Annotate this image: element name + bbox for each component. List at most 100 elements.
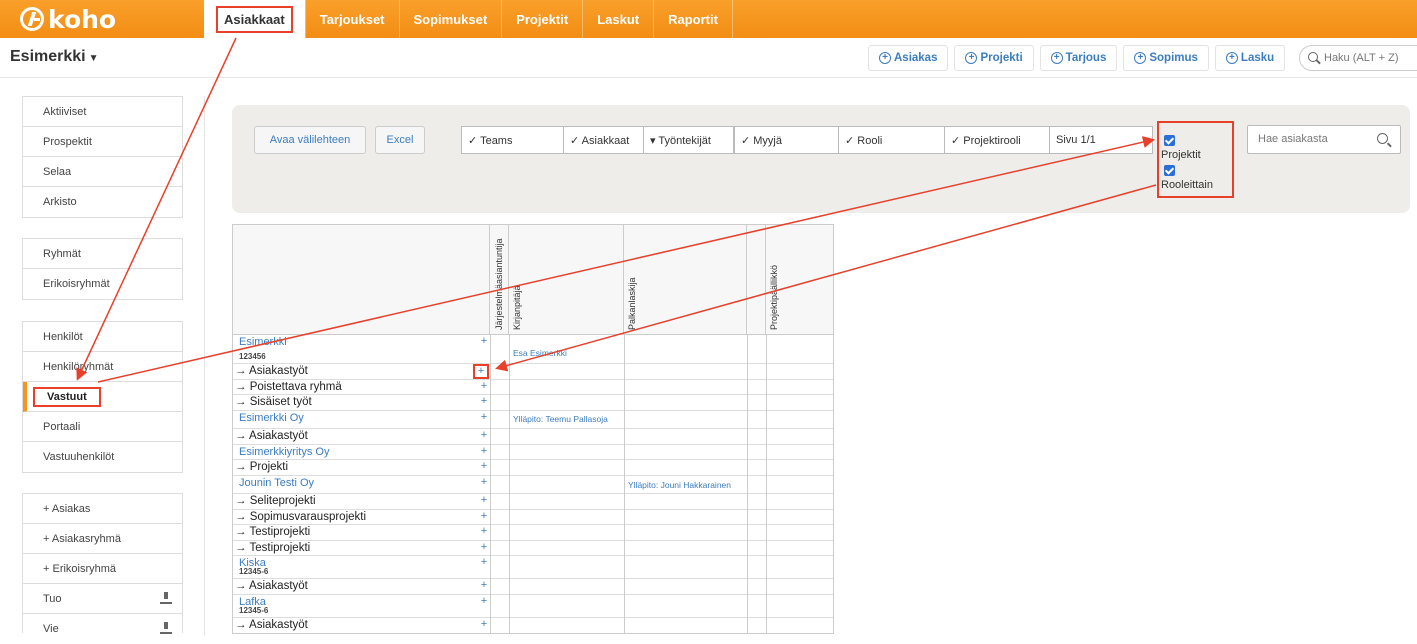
row-customer-link[interactable]: Esimerkkiyritys Oy <box>239 446 329 458</box>
quick-add-buttons: + Asiakas + Projekti + Tarjous + Sopimus + La… <box>868 45 1291 71</box>
customers-filter[interactable]: ✓ Asiakkaat <box>563 126 644 154</box>
add-responsibility-button[interactable]: + <box>479 595 489 607</box>
row-customer-link[interactable]: Jounin Testi Oy <box>239 477 314 489</box>
sidebar-item-henkiloryhmat[interactable]: Henkilöryhmät <box>23 352 182 382</box>
add-asiakas-button[interactable]: + Asiakas <box>868 45 949 71</box>
seller-filter[interactable]: ✓ Myyjä <box>734 126 839 154</box>
add-responsibility-button[interactable]: + <box>479 494 489 506</box>
role-filter[interactable]: ✓ Rooli <box>838 126 945 154</box>
table-row: Esimerkki Oy + Ylläpito: Teemu Pallasoja <box>233 411 833 429</box>
cell-palkanlaskija[interactable]: Ylläpito: Jouni Hakkarainen <box>628 480 731 490</box>
sidebar-group-groups: Ryhmät Erikoisryhmät <box>22 238 183 300</box>
sidebar-item-prospektit[interactable]: Prospektit <box>23 127 182 157</box>
sidebar-item-ryhmat[interactable]: Ryhmät <box>23 239 182 269</box>
page-selector[interactable]: Sivu 1/1 <box>1049 126 1153 154</box>
table-row: → Sopimusvarausprojekti + <box>233 510 833 525</box>
add-sopimus-button[interactable]: + Sopimus <box>1123 45 1209 71</box>
add-responsibility-button[interactable]: + <box>479 411 489 423</box>
sidebar-group-lists: Aktiiviset Prospektit Selaa Arkisto <box>22 96 183 218</box>
sidebar-item-vie[interactable]: Vie <box>23 614 182 644</box>
add-asiakas-label: Asiakas <box>894 52 938 64</box>
column-header-palkanlaskija: Palkanlaskija <box>624 225 747 335</box>
sidebar-item-aktiiviset[interactable]: Aktiiviset <box>23 97 182 127</box>
by-role-checkbox[interactable] <box>1164 165 1175 176</box>
sidebar-item-add-asiakasryhma[interactable]: + Asiakasryhmä <box>23 524 182 554</box>
add-responsibility-button[interactable]: + <box>473 364 489 379</box>
table-row: → Seliteprojekti + <box>233 494 833 510</box>
add-responsibility-button[interactable]: + <box>479 525 489 537</box>
column-label: Järjestelmäasiantuntija <box>494 238 504 330</box>
sidebar-item-add-asiakas[interactable]: + Asiakas <box>23 494 182 524</box>
add-tarjous-button[interactable]: + Tarjous <box>1039 45 1118 71</box>
column-header-projektipaallikko: Projektipäällikkö <box>766 225 833 335</box>
sidebar-item-portaali[interactable]: Portaali <box>23 412 182 442</box>
add-responsibility-button[interactable]: + <box>479 541 489 553</box>
add-responsibility-button[interactable]: + <box>479 460 489 472</box>
open-in-tab-button[interactable]: Avaa välilehteen <box>254 126 366 154</box>
projects-checkbox[interactable] <box>1164 135 1175 146</box>
add-lasku-label: Lasku <box>1240 52 1275 64</box>
sidebar-item-vastuut[interactable]: Vastuut <box>23 382 182 412</box>
table-row: Esimerkkiyritys Oy + <box>233 445 833 460</box>
search-input[interactable]: Haku (ALT + Z) <box>1299 45 1417 71</box>
sidebar-item-erikoisryhmat[interactable]: Erikoisryhmät <box>23 269 182 299</box>
add-responsibility-button[interactable]: + <box>479 380 489 392</box>
add-responsibility-button[interactable]: + <box>479 335 489 347</box>
sidebar-item-vastuut-label: Vastuut <box>33 386 101 407</box>
column-header-empty <box>747 225 766 335</box>
table-row: Esimerkki 123456 + Esa Esimerkki <box>233 335 833 364</box>
add-responsibility-button[interactable]: + <box>479 476 489 488</box>
grid-header-blank <box>233 225 490 335</box>
add-lasku-button[interactable]: + Lasku <box>1214 45 1286 71</box>
row-subitem-name: → Sopimusvarausprojekti <box>235 511 367 523</box>
organization-selector[interactable]: Esimerkki ▼ <box>10 48 99 66</box>
row-subitem-name: → Seliteprojekti <box>235 495 316 507</box>
sidebar-item-henkilot[interactable]: Henkilöt <box>23 322 182 352</box>
sidebar-item-add-erikoisryhma[interactable]: + Erikoisryhmä <box>23 554 182 584</box>
column-divider <box>624 335 625 633</box>
nav-asiakkaat-label: Asiakkaat <box>216 5 293 33</box>
teams-filter[interactable]: ✓ Teams <box>461 126 564 154</box>
sidebar-item-arkisto[interactable]: Arkisto <box>23 187 182 217</box>
add-responsibility-button[interactable]: + <box>479 618 489 630</box>
chevron-down-icon: ▼ <box>88 53 99 64</box>
checkbox-options: Projektit Rooleittain <box>1157 121 1234 198</box>
add-responsibility-button[interactable]: + <box>479 510 489 522</box>
row-subitem-name: → Asiakastyöt <box>235 580 308 592</box>
nav-raportit[interactable]: Raportit <box>653 0 733 38</box>
add-responsibility-button[interactable]: + <box>479 395 489 407</box>
sub-bar: Esimerkki ▼ + Asiakas + Projekti + Tarjous +… <box>0 38 1417 78</box>
sidebar-item-vastuuhenkilot[interactable]: Vastuuhenkilöt <box>23 442 182 472</box>
cell-kirjanpitaja[interactable]: Ylläpito: Teemu Pallasoja <box>513 414 608 424</box>
row-customer-code: 123456 <box>239 352 266 361</box>
projects-checkbox-label: Projektit <box>1161 149 1201 161</box>
nav-projektit[interactable]: Projektit <box>501 0 582 38</box>
nav-laskut[interactable]: Laskut <box>582 0 653 38</box>
cell-kirjanpitaja[interactable]: Esa Esimerkki <box>513 348 567 358</box>
add-responsibility-button[interactable]: + <box>479 556 489 568</box>
koho-logo[interactable]: koho <box>20 5 116 34</box>
add-tarjous-label: Tarjous <box>1065 52 1107 64</box>
excel-button[interactable]: Excel <box>375 126 425 154</box>
column-header-jarjestelmaasiantuntija: Järjestelmäasiantuntija <box>490 225 509 335</box>
plus-circle-icon: + <box>1134 52 1147 64</box>
project-role-filter[interactable]: ✓ Projektirooli <box>944 126 1050 154</box>
nav-sopimukset[interactable]: Sopimukset <box>398 0 502 38</box>
add-responsibility-button[interactable]: + <box>479 445 489 457</box>
employees-filter[interactable]: ▾ Työntekijät <box>643 126 734 154</box>
row-subitem-name: → Testiprojekti <box>235 542 311 554</box>
plus-circle-icon: + <box>1050 52 1063 64</box>
nav-asiakkaat[interactable]: Asiakkaat <box>204 0 305 38</box>
sidebar-item-tuo[interactable]: Tuo <box>23 584 182 614</box>
column-label: Projektipäällikkö <box>769 264 779 330</box>
row-customer-link[interactable]: Esimerkki Oy <box>239 412 304 424</box>
add-responsibility-button[interactable]: + <box>479 579 489 591</box>
add-responsibility-button[interactable]: + <box>479 429 489 441</box>
row-customer-link[interactable]: Esimerkki <box>239 336 287 348</box>
sidebar-group-actions: + Asiakas + Asiakasryhmä + Erikoisryhmä … <box>22 493 183 635</box>
nav-tarjoukset[interactable]: Tarjoukset <box>304 0 399 38</box>
table-row: Lafka 12345-6 + <box>233 595 833 618</box>
add-projekti-button[interactable]: + Projekti <box>954 45 1034 71</box>
customer-search-input[interactable]: Hae asiakasta <box>1247 125 1401 154</box>
sidebar-item-selaa[interactable]: Selaa <box>23 157 182 187</box>
